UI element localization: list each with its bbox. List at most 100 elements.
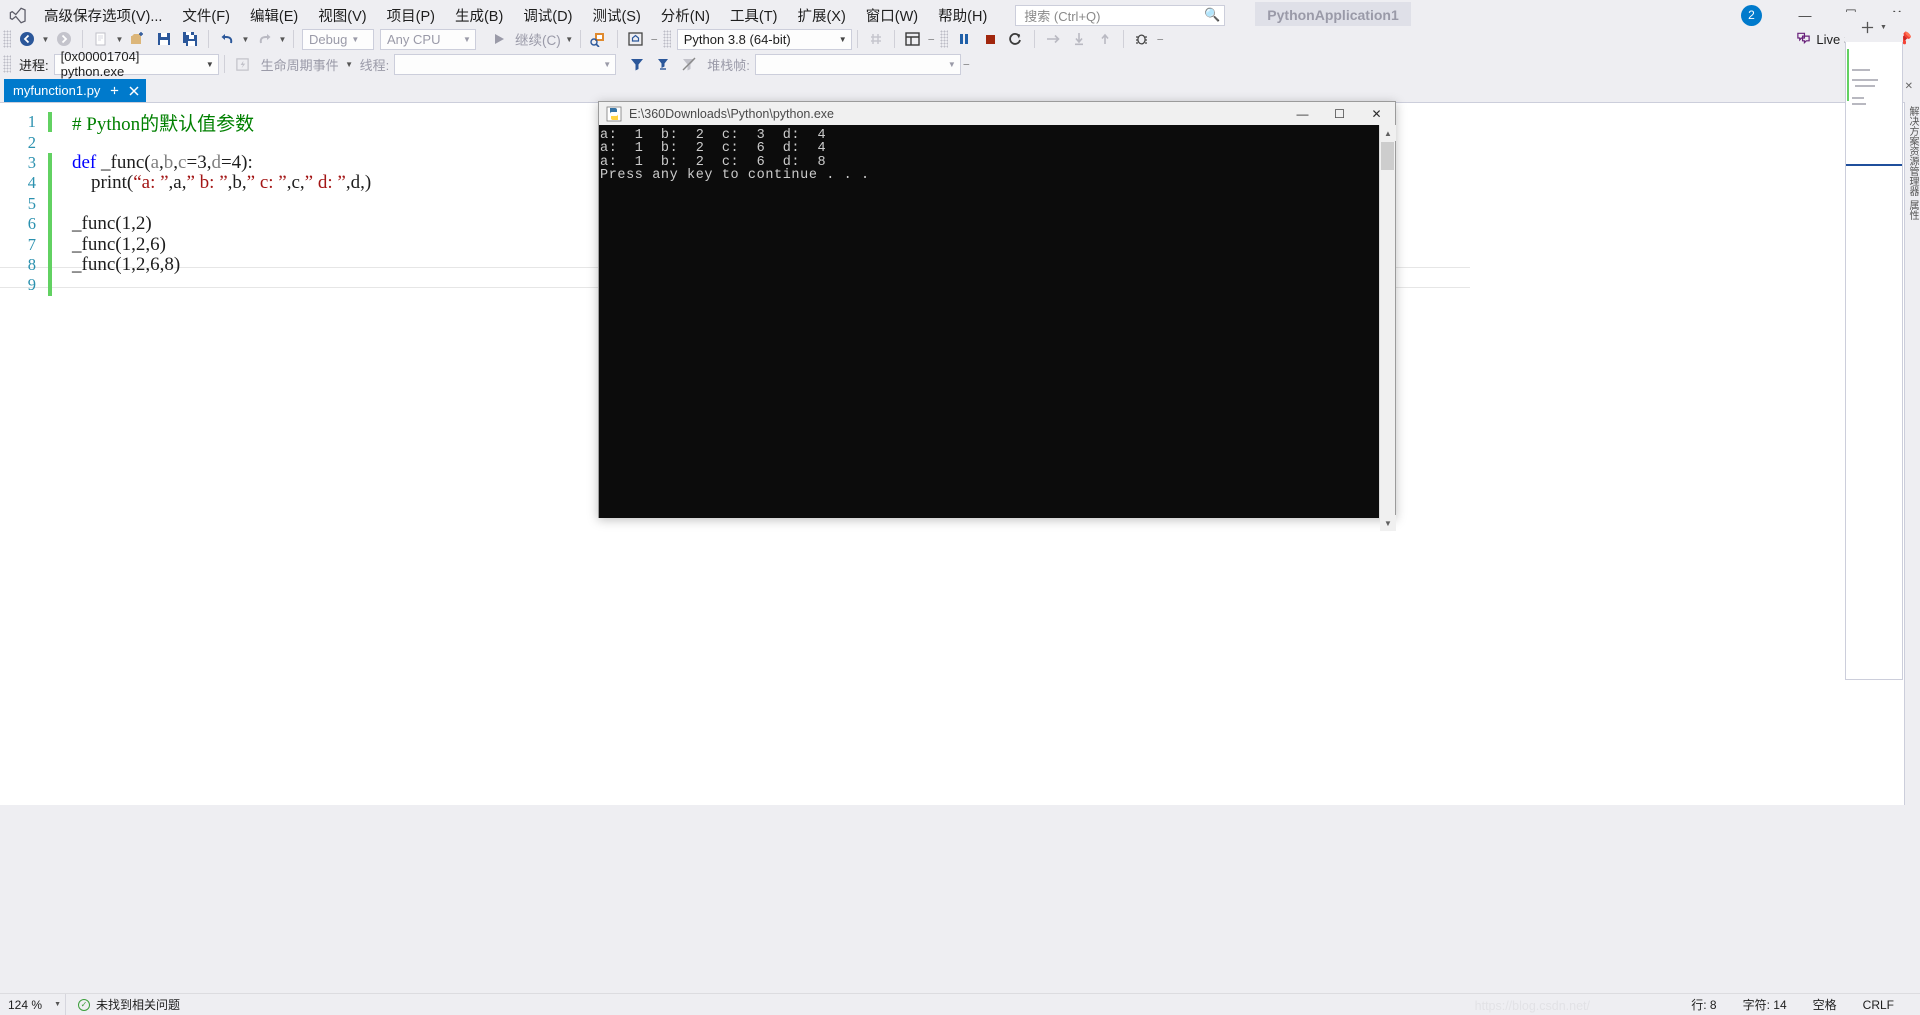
toolbar-separator <box>223 55 225 73</box>
toolbar-grip[interactable] <box>662 30 671 48</box>
navigate-forward-button[interactable] <box>51 28 77 50</box>
solution-config-select[interactable]: Debug ▼ <box>302 28 374 50</box>
rail-item-solution-explorer[interactable]: 解决方案资源管理器 <box>1905 106 1920 196</box>
undo-dropdown[interactable]: ▼ <box>240 28 251 50</box>
bug-dropdown[interactable]: ─ <box>1155 28 1166 50</box>
thread-select[interactable]: ▼ <box>394 53 617 75</box>
zoom-level-control[interactable]: 124 % ▼ <box>0 994 66 1015</box>
code-line-text: _func(1,2,6,8) <box>72 254 180 276</box>
open-file-icon[interactable] <box>125 28 151 50</box>
layout-icon[interactable] <box>900 28 926 50</box>
new-item-dropdown[interactable]: ▼ <box>114 28 125 50</box>
tab-myfunction1-py[interactable]: myfunction1.py <box>4 79 147 102</box>
lifecycle-events-label[interactable]: 生命周期事件 <box>256 55 344 74</box>
save-all-icon[interactable] <box>177 28 203 50</box>
bug-icon[interactable] <box>1129 28 1155 50</box>
hash-icon[interactable] <box>863 28 889 50</box>
console-close-button[interactable]: ✕ <box>1358 103 1395 125</box>
pin-icon[interactable] <box>109 85 120 96</box>
python-console-window[interactable]: E:\360Downloads\Python\python.exe — ☐ ✕ … <box>598 101 1396 531</box>
tool-window-rail: 解决方案资源管理器 属性 <box>1904 102 1920 805</box>
console-scroll-thumb[interactable] <box>1381 142 1394 170</box>
code-line-text: # Python的默认值参数 <box>72 109 254 136</box>
rail-item-properties[interactable]: 属性 <box>1905 200 1920 220</box>
console-output[interactable]: a: 1 b: 2 c: 3 d: 4 a: 1 b: 2 c: 6 d: 4 a:… <box>599 125 1379 518</box>
code-token: print( <box>72 172 134 194</box>
redo-dropdown[interactable]: ▼ <box>277 28 288 50</box>
check-circle-icon: ✓ <box>78 998 90 1011</box>
console-scroll-track[interactable] <box>1380 170 1395 515</box>
solution-platform-value: Any CPU <box>387 31 441 47</box>
chevron-down-icon: ▼ <box>54 1001 61 1008</box>
console-scroll-up-button[interactable]: ▲ <box>1380 125 1396 141</box>
code-token: a <box>150 151 160 173</box>
start-debug-button[interactable] <box>486 28 512 50</box>
code-token: “a: ” <box>133 172 169 194</box>
error-status[interactable]: ✓ 未找到相关问题 <box>78 996 180 1013</box>
code-token: ,c, <box>286 172 305 194</box>
notification-badge[interactable]: 2 <box>1741 4 1762 26</box>
continue-dropdown[interactable]: ▼ <box>564 28 575 50</box>
watermark-text: https://blog.csdn.net/ <box>1474 999 1590 1013</box>
attach-process-icon[interactable] <box>586 28 612 50</box>
minimap-change-bar <box>1847 49 1849 101</box>
toolbar-separator <box>82 30 83 48</box>
step-into-icon[interactable] <box>1066 28 1092 50</box>
minimap-toolbar[interactable]: ▼ <box>1845 12 1903 42</box>
minimap-code-line <box>1852 69 1870 71</box>
save-icon[interactable] <box>151 28 177 50</box>
process-select[interactable]: [0x00001704] python.exe ▼ <box>53 49 219 79</box>
line-number: 8 <box>27 254 36 274</box>
line-number: 4 <box>27 173 36 193</box>
chevron-down-icon[interactable]: ▼ <box>1880 24 1887 31</box>
toolbar-grip[interactable] <box>3 55 11 73</box>
debug-location-toolbar: 进程: [0x00001704] python.exe ▼ 生命周期事件 ▼ 线… <box>0 49 1920 79</box>
minimap-panel[interactable] <box>1845 12 1903 680</box>
step-over-icon[interactable] <box>1040 28 1066 50</box>
console-scrollbar[interactable]: ▲ ▼ <box>1379 125 1396 531</box>
debugbar-overflow[interactable]: ─ <box>961 53 972 75</box>
line-number: 2 <box>27 132 36 152</box>
eol-indicator[interactable]: CRLF <box>1863 998 1894 1012</box>
filter-down-icon[interactable] <box>650 53 676 75</box>
restart-icon[interactable] <box>1003 28 1029 50</box>
preview-icon[interactable] <box>623 28 649 50</box>
search-input[interactable]: 搜索 (Ctrl+Q) 🔍 <box>1015 4 1226 26</box>
toolbar-separator <box>1122 30 1124 48</box>
page-title: PythonApplication1 <box>1255 2 1411 28</box>
redo-icon[interactable] <box>251 28 277 50</box>
console-minimize-button[interactable]: — <box>1284 103 1321 125</box>
solution-platform-select[interactable]: Any CPU ▼ <box>380 28 476 50</box>
no-filter-icon[interactable] <box>676 53 702 75</box>
console-output-line: a: 1 b: 2 c: 6 d: 4 <box>600 141 827 157</box>
code-token: _func(1,2,6) <box>72 233 166 255</box>
navigate-back-button[interactable] <box>14 28 40 50</box>
new-item-icon[interactable] <box>88 28 114 50</box>
navigate-back-dropdown[interactable]: ▼ <box>40 28 51 50</box>
console-title-bar[interactable]: E:\360Downloads\Python\python.exe — ☐ ✕ <box>599 102 1395 125</box>
close-icon[interactable] <box>129 85 139 96</box>
stop-icon[interactable] <box>977 28 1003 50</box>
step-out-icon[interactable] <box>1092 28 1118 50</box>
lifecycle-icon[interactable] <box>230 53 256 75</box>
console-scroll-down-button[interactable]: ▼ <box>1380 515 1396 531</box>
stack-frame-select[interactable]: ▼ <box>754 53 961 75</box>
process-value: [0x00001704] python.exe <box>60 49 140 79</box>
chevron-down-icon: ▼ <box>838 34 847 44</box>
toolbar-grip[interactable] <box>3 30 11 48</box>
code-token: =4): <box>220 151 253 173</box>
toolbar-grip[interactable] <box>939 30 948 48</box>
status-bar: 124 % ▼ ✓ 未找到相关问题 行: 8 字符: 14 空格 CRLF <box>0 993 1920 1015</box>
change-indicator-bar <box>48 213 52 235</box>
layout-dropdown[interactable]: ─ <box>926 28 937 50</box>
console-maximize-button[interactable]: ☐ <box>1321 103 1358 125</box>
interpreter-select[interactable]: Python 3.8 (64-bit) ▼ <box>676 28 852 50</box>
minimap-viewport[interactable] <box>1846 46 1902 166</box>
continue-label[interactable]: 继续(C) <box>512 29 564 49</box>
lifecycle-dropdown[interactable]: ▼ <box>344 53 355 75</box>
pause-icon[interactable] <box>951 28 977 50</box>
filter-icon[interactable] <box>624 53 650 75</box>
insert-mode-indicator[interactable]: 空格 <box>1813 996 1837 1013</box>
preview-dropdown[interactable]: ─ <box>649 28 660 50</box>
undo-icon[interactable] <box>214 28 240 50</box>
